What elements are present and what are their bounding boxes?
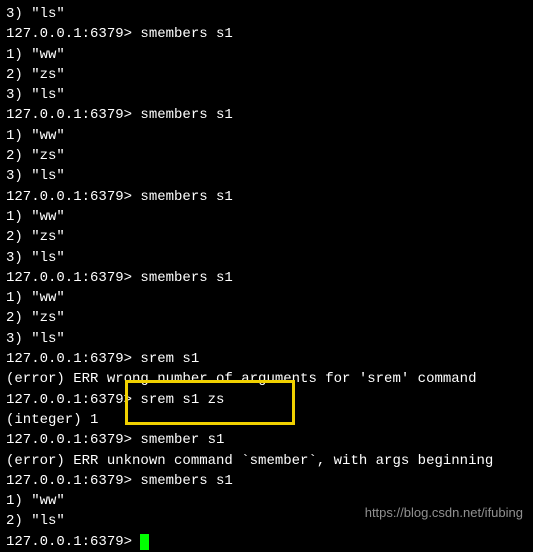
output-line: (integer) 1 xyxy=(6,410,527,430)
output-line: 3) "ls" xyxy=(6,166,527,186)
output-line: 127.0.0.1:6379> srem s1 xyxy=(6,349,527,369)
output-line: 1) "ww" xyxy=(6,207,527,227)
output-line: 127.0.0.1:6379> smembers s1 xyxy=(6,187,527,207)
output-line: 3) "ls" xyxy=(6,85,527,105)
watermark-text: https://blog.csdn.net/ifubing xyxy=(365,504,523,523)
output-line: 1) "ww" xyxy=(6,45,527,65)
output-line: 1) "ww" xyxy=(6,126,527,146)
output-line: 2) "zs" xyxy=(6,65,527,85)
output-line: 127.0.0.1:6379> smembers s1 xyxy=(6,268,527,288)
output-line: 1) "ww" xyxy=(6,288,527,308)
prompt-text: 127.0.0.1:6379> xyxy=(6,534,140,550)
output-line: 2) "zs" xyxy=(6,227,527,247)
cursor-icon xyxy=(140,534,149,550)
output-line: 127.0.0.1:6379> smembers s1 xyxy=(6,105,527,125)
output-line: 127.0.0.1:6379> srem s1 zs xyxy=(6,390,527,410)
output-line: (error) ERR unknown command `smember`, w… xyxy=(6,451,527,471)
output-line: 127.0.0.1:6379> smembers s1 xyxy=(6,471,527,491)
output-line: 3) "ls" xyxy=(6,329,527,349)
output-line: (error) ERR wrong number of arguments fo… xyxy=(6,369,527,389)
output-line: 127.0.0.1:6379> smembers s1 xyxy=(6,24,527,44)
prompt-line[interactable]: 127.0.0.1:6379> xyxy=(6,532,527,552)
output-line: 3) "ls" xyxy=(6,248,527,268)
output-line: 127.0.0.1:6379> smember s1 xyxy=(6,430,527,450)
output-line: 2) "zs" xyxy=(6,308,527,328)
output-line: 3) "ls" xyxy=(6,4,527,24)
output-line: 2) "zs" xyxy=(6,146,527,166)
terminal-output: 3) "ls" 127.0.0.1:6379> smembers s1 1) "… xyxy=(6,4,527,552)
